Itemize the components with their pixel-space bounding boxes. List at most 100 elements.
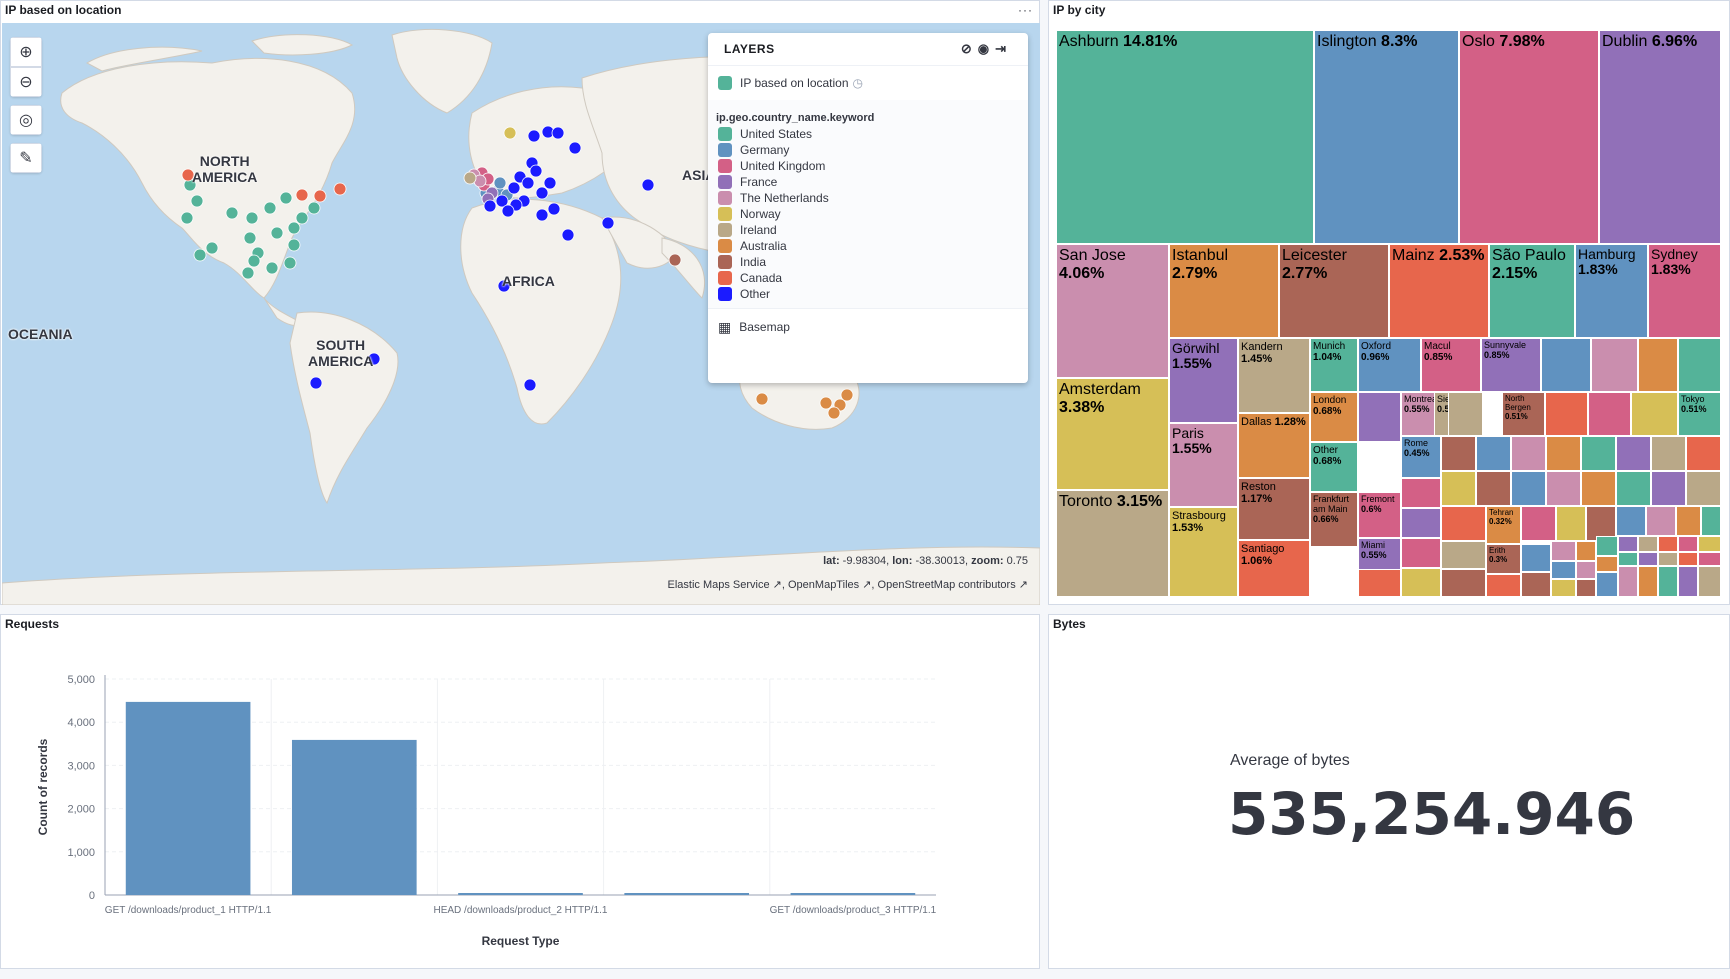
treemap-cell[interactable] [1631, 392, 1678, 436]
treemap-cell[interactable] [1511, 471, 1546, 506]
map-point[interactable] [333, 182, 347, 196]
ellipsis-icon[interactable]: ··· [1018, 3, 1033, 17]
treemap-cell[interactable]: Islington 8.3% [1314, 30, 1459, 244]
treemap-cell[interactable]: Paris 1.55% [1169, 423, 1238, 507]
treemap-cell[interactable] [1401, 508, 1441, 538]
treemap-cell[interactable] [1618, 566, 1638, 597]
treemap-cell[interactable]: Strasbourg 1.53% [1169, 507, 1238, 597]
basemap-row[interactable]: ▦ Basemap [708, 308, 1028, 345]
treemap-cell[interactable] [1616, 506, 1646, 536]
treemap-cell[interactable] [1596, 572, 1618, 597]
treemap-cell[interactable]: Santiago 1.06% [1238, 540, 1310, 597]
crosshair-icon[interactable]: ◎ [10, 105, 42, 135]
attribution-link-osm[interactable]: OpenStreetMap contributors [878, 579, 1016, 591]
treemap-cell[interactable]: Sydney 1.83% [1648, 244, 1721, 338]
treemap-cell[interactable]: Oxford 0.96% [1358, 338, 1421, 392]
treemap-cell[interactable] [1441, 436, 1476, 471]
map-point[interactable] [243, 231, 257, 245]
map-point[interactable] [819, 396, 833, 410]
treemap-cell[interactable]: Istanbul 2.79% [1169, 244, 1279, 338]
treemap-cell[interactable] [1651, 436, 1686, 471]
map-point[interactable] [270, 226, 284, 240]
treemap-cell[interactable]: Reston 1.17% [1238, 478, 1310, 540]
map-point[interactable] [287, 221, 301, 235]
treemap-cell[interactable] [1678, 536, 1698, 552]
treemap-cell[interactable] [1618, 552, 1638, 566]
map-point[interactable] [279, 191, 293, 205]
treemap-cell[interactable]: Frankfurt am Main 0.66% [1310, 492, 1358, 547]
treemap-cell[interactable] [1576, 561, 1596, 579]
treemap-cell[interactable] [1556, 506, 1586, 541]
treemap-cell[interactable] [1576, 579, 1596, 597]
treemap-cell[interactable]: Erith 0.3% [1486, 544, 1521, 574]
treemap-cell[interactable] [1358, 392, 1401, 442]
treemap-cell[interactable] [1651, 471, 1686, 506]
map-point[interactable] [309, 376, 323, 390]
treemap-cell[interactable]: Ashburn 14.81% [1056, 30, 1314, 244]
treemap-cell[interactable] [1646, 506, 1676, 536]
treemap-cell[interactable] [1618, 536, 1638, 552]
treemap-cell[interactable] [1616, 471, 1651, 506]
map-point[interactable] [265, 261, 279, 275]
attribution-link-omt[interactable]: OpenMapTiles [788, 579, 859, 591]
treemap-cell[interactable] [1686, 436, 1721, 471]
treemap-cell[interactable]: Rome 0.45% [1401, 436, 1441, 478]
treemap-cell[interactable]: Toronto 3.15% [1056, 490, 1169, 597]
map-point[interactable] [535, 186, 549, 200]
map-point[interactable] [493, 176, 507, 190]
treemap-cell[interactable]: Munich 1.04% [1310, 338, 1358, 392]
map-point[interactable] [241, 266, 255, 280]
treemap-cell[interactable] [1701, 506, 1721, 536]
eye-icon[interactable]: ◉ [978, 41, 995, 56]
treemap-cell[interactable] [1588, 392, 1631, 436]
treemap-cell[interactable] [1658, 552, 1678, 566]
treemap-cell[interactable] [1476, 436, 1511, 471]
treemap-cell[interactable] [1521, 572, 1551, 597]
treemap-cell[interactable] [1638, 338, 1678, 392]
map-point[interactable] [827, 406, 841, 420]
map-point[interactable] [205, 241, 219, 255]
map-point[interactable] [501, 204, 515, 218]
treemap-cell[interactable] [1441, 506, 1486, 541]
treemap-cell[interactable] [1546, 471, 1581, 506]
treemap-cell[interactable] [1698, 566, 1721, 597]
treemap-cell[interactable] [1551, 561, 1576, 579]
treemap-cell[interactable] [1401, 568, 1441, 597]
treemap-cell[interactable]: Kandern 1.45% [1238, 338, 1310, 413]
treemap-cell[interactable] [1698, 552, 1721, 566]
treemap-cell[interactable] [1541, 338, 1591, 392]
treemap-cell[interactable] [1551, 541, 1576, 561]
treemap-cell[interactable] [1616, 436, 1651, 471]
treemap-cell[interactable]: Mainz 2.53% [1389, 244, 1489, 338]
collapse-icon[interactable]: ⇥ [995, 41, 1012, 56]
layer-row[interactable]: IP based on location ◷ [708, 66, 1028, 100]
map-point[interactable] [225, 206, 239, 220]
treemap-cell[interactable]: Macul 0.85% [1421, 338, 1481, 392]
map-point[interactable] [245, 211, 259, 225]
treemap-cell[interactable] [1678, 338, 1721, 392]
treemap-cell[interactable] [1581, 436, 1616, 471]
treemap-cell[interactable] [1448, 392, 1483, 436]
treemap-cell[interactable]: Görwihl 1.55% [1169, 338, 1238, 423]
treemap-cell[interactable] [1676, 506, 1701, 536]
treemap-cell[interactable] [1638, 552, 1658, 566]
treemap-cell[interactable] [1596, 556, 1618, 572]
treemap-cell[interactable]: San Jose 4.06% [1056, 244, 1169, 378]
treemap-cell[interactable] [1441, 541, 1486, 569]
map-point[interactable] [180, 211, 194, 225]
treemap-cell[interactable] [1358, 569, 1401, 597]
treemap-cell[interactable]: São Paulo 2.15% [1489, 244, 1575, 338]
treemap-cell[interactable] [1686, 471, 1721, 506]
treemap-cell[interactable] [1521, 506, 1556, 541]
map-point[interactable] [507, 181, 521, 195]
map-canvas[interactable]: NORTH AMERICA SOUTH AMERICA AFRICA OCEANIA… [2, 23, 1040, 605]
treemap-cell[interactable] [1546, 436, 1581, 471]
map-point[interactable] [523, 378, 537, 392]
map-point[interactable] [521, 176, 535, 190]
attribution-link-ems[interactable]: Elastic Maps Service [668, 579, 770, 591]
treemap-cell[interactable]: Amsterdam 3.38% [1056, 378, 1169, 490]
map-point[interactable] [263, 201, 277, 215]
map-point[interactable] [193, 248, 207, 262]
map-point[interactable] [190, 194, 204, 208]
map-point[interactable] [283, 256, 297, 270]
